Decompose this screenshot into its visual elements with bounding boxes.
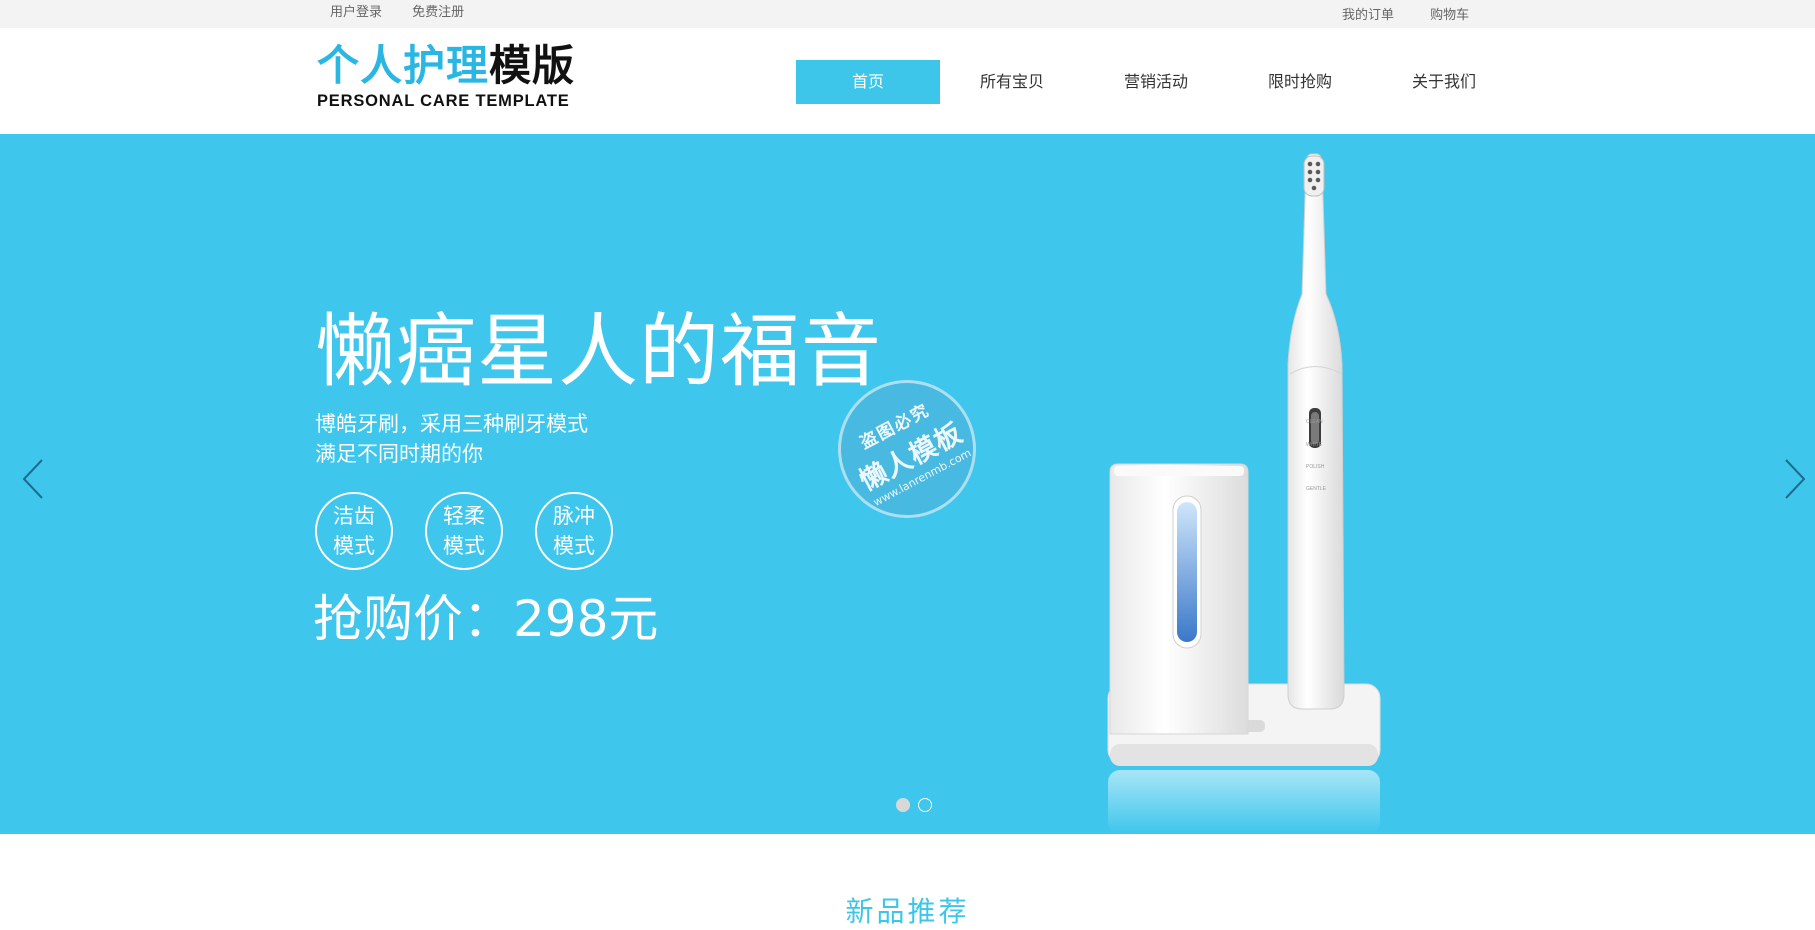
chevron-left-icon[interactable] [18,454,48,504]
product-label-clean: CLEAN [1306,419,1323,425]
slider-dot-2[interactable] [918,798,932,812]
mode-badge-line2: 模式 [553,534,595,558]
mode-badge-line1: 洁齿 [333,504,375,528]
product-label-white: WHITE [1306,442,1323,448]
site-header: 个人护理模版 PERSONAL CARE TEMPLATE 首页 所有宝贝 营销… [0,28,1815,134]
hero-title: 懒癌星人的福音 [315,305,882,398]
cart-link[interactable]: 购物车 [1430,8,1469,23]
hero-subtitle: 博皓牙刷，采用三种刷牙模式 满足不同时期的你 [315,409,588,469]
product-label-gentle: GENTLE [1306,486,1327,492]
chevron-right-icon[interactable] [1780,454,1810,504]
promo-price: 抢购价：298元 [313,590,659,648]
mode-badge-clean: 洁齿 模式 [315,492,393,570]
register-link[interactable]: 免费注册 [412,5,464,20]
logo-english: PERSONAL CARE TEMPLATE [317,92,570,110]
site-logo[interactable]: 个人护理模版 PERSONAL CARE TEMPLATE [317,42,587,111]
nav-item-about-us[interactable]: 关于我们 [1372,60,1516,104]
mode-badge-pulse: 脉冲 模式 [535,492,613,570]
product-label-polish: POLISH [1306,464,1325,470]
nav-item-all-products[interactable]: 所有宝贝 [940,60,1084,104]
mode-badge-line2: 模式 [333,534,375,558]
top-utility-bar: 用户登录 免费注册 我的订单 购物车 [0,0,1815,28]
mode-badge-line2: 模式 [443,534,485,558]
mode-badge-gentle: 轻柔 模式 [425,492,503,570]
mode-badge-line1: 轻柔 [443,504,485,528]
mode-badge-line1: 脉冲 [553,504,595,528]
logo-chinese: 个人护理模版 [317,42,587,90]
my-orders-link[interactable]: 我的订单 [1342,8,1394,23]
hero-subtitle-line2: 满足不同时期的你 [315,442,483,466]
login-link[interactable]: 用户登录 [330,5,382,20]
slider-dot-1[interactable] [896,798,910,812]
nav-item-flash-sale[interactable]: 限时抢购 [1228,60,1372,104]
nav-item-promotions[interactable]: 营销活动 [1084,60,1228,104]
hero-subtitle-line1: 博皓牙刷，采用三种刷牙模式 [315,412,588,436]
topbar-right: 我的订单 购物车 [1342,4,1469,23]
section-title: 新品推荐 [845,895,970,928]
logo-cn-dark: 模版 [489,41,576,90]
toothbrush-product-image [1107,153,1381,834]
nav-item-home[interactable]: 首页 [796,60,940,104]
hero-banner[interactable]: 懒癌星人的福音 博皓牙刷，采用三种刷牙模式 满足不同时期的你 洁齿 模式 轻柔 … [0,134,1815,834]
logo-cn-accent: 个人护理 [317,41,490,90]
topbar-left: 用户登录 免费注册 [330,1,490,20]
